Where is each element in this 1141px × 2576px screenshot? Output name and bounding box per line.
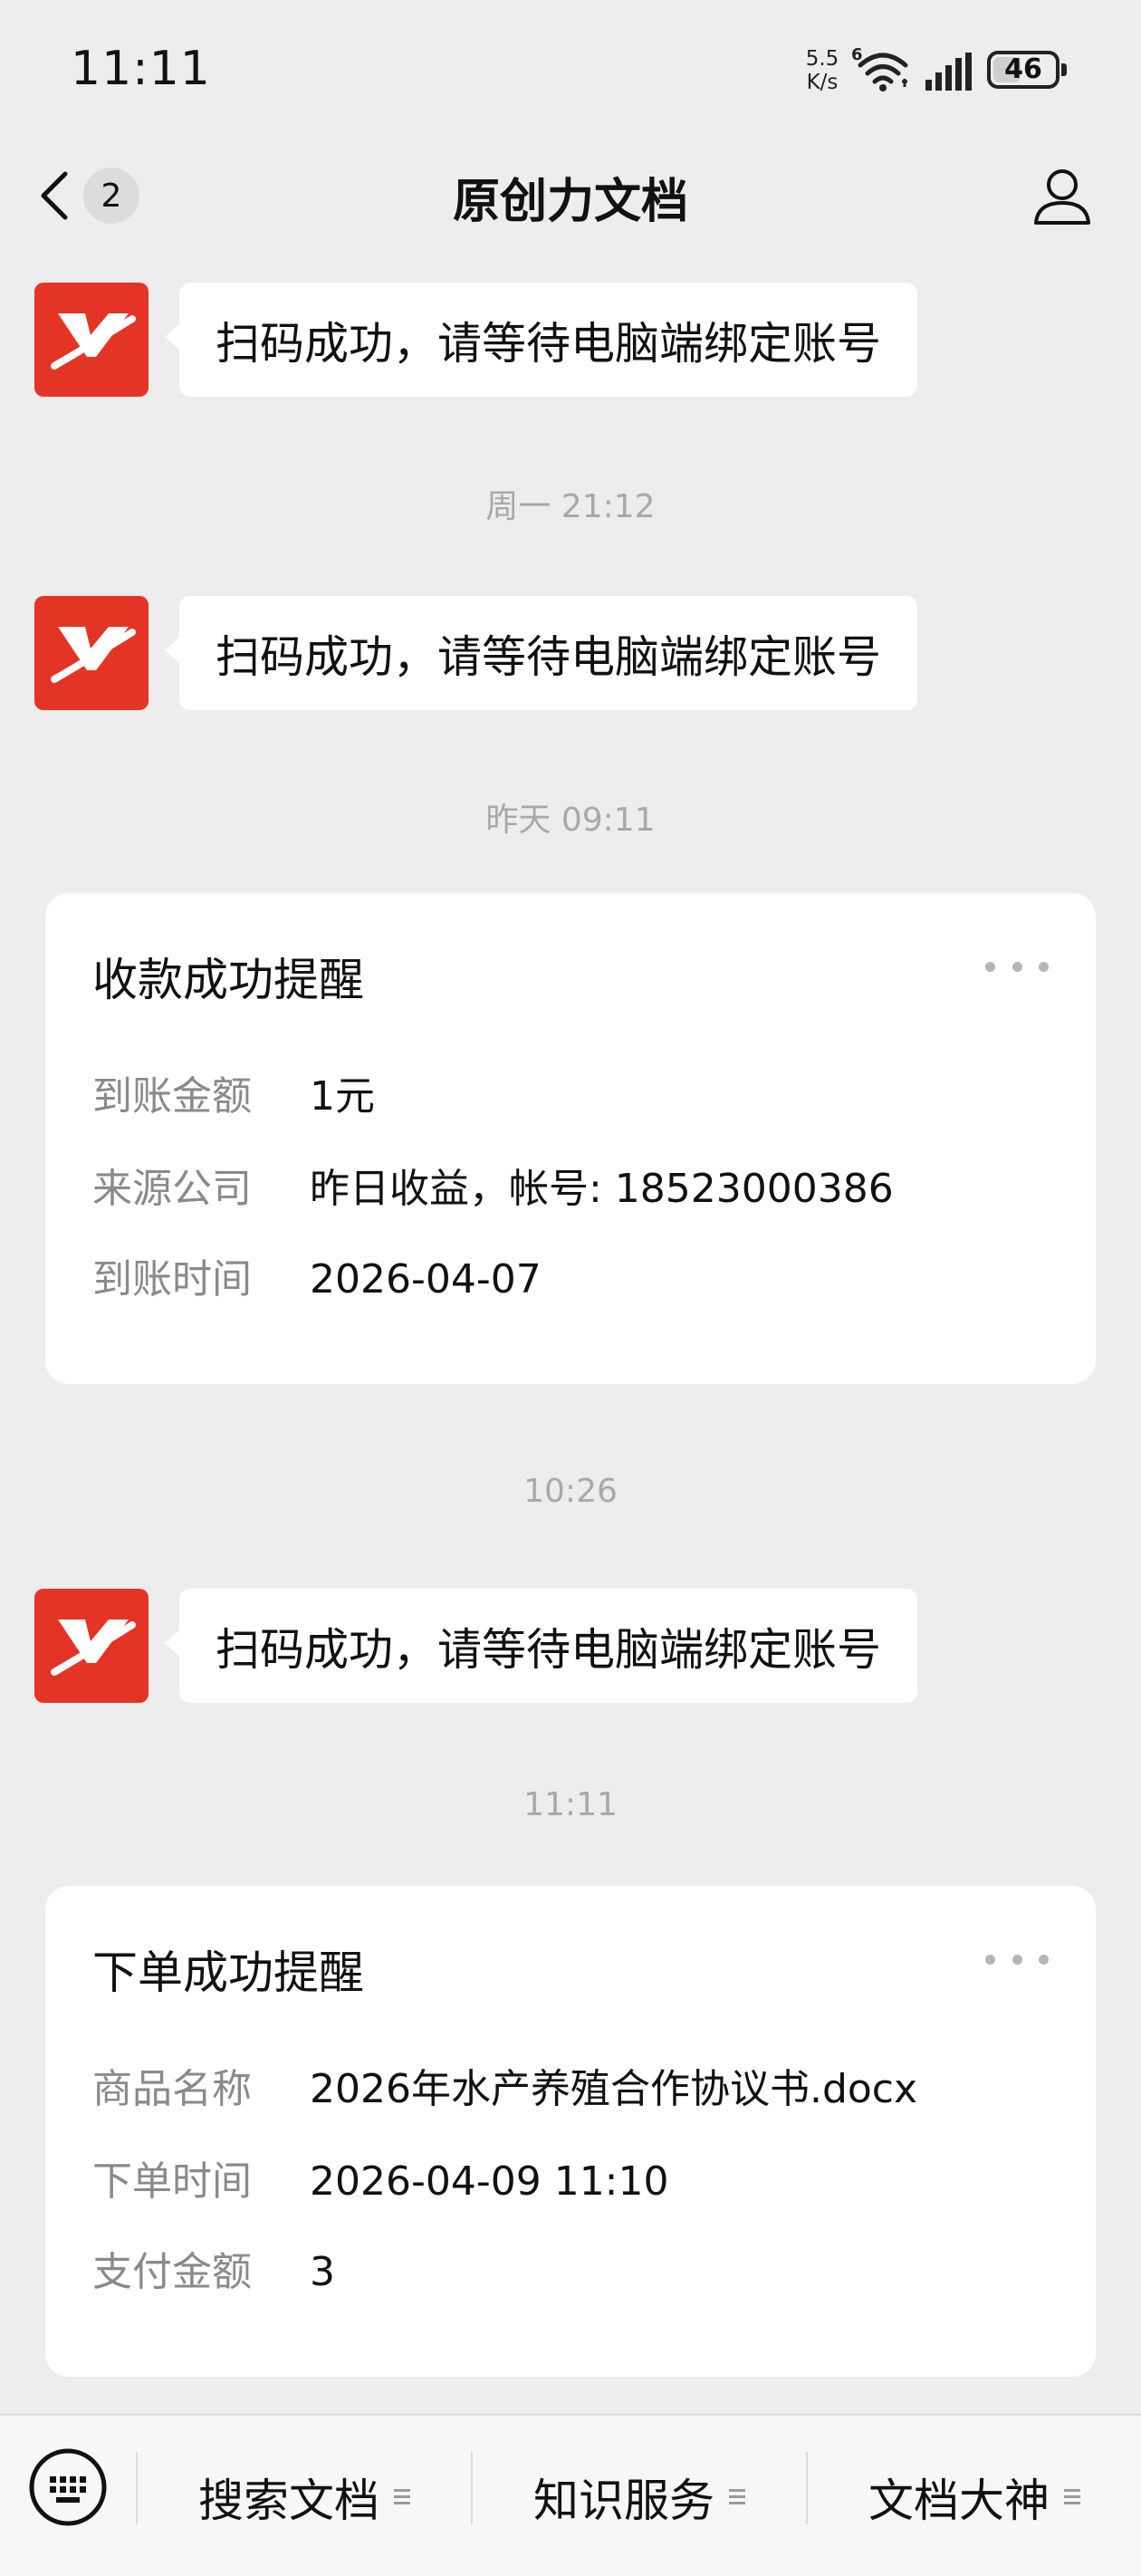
profile-button[interactable] (1029, 163, 1096, 230)
message-item: 扫码成功，请等待电脑端绑定账号 (0, 596, 1141, 710)
card-title: 收款成功提醒 (92, 954, 364, 1006)
menu-item-doc-master[interactable]: 文档大神 (808, 2416, 1141, 2576)
page-title: 原创力文档 (452, 175, 688, 229)
card-row-value: 昨日收益，帐号: 18523000386 (310, 1166, 894, 1212)
message-bubble[interactable]: 扫码成功，请等待电脑端绑定账号 (164, 596, 918, 710)
net-speed: 5.5 K/s (802, 47, 842, 94)
bottom-menu: 搜索文档 知识服务 文档大神 (0, 2414, 1141, 2576)
menu-lines-icon (394, 2489, 410, 2504)
battery-level: 46 (1004, 53, 1042, 85)
card-row: 下单时间 2026-04-09 11:10 (92, 2148, 669, 2206)
message-timestamp: 10:26 (523, 1473, 618, 1510)
card-row-label: 支付金额 (92, 2249, 252, 2295)
card-row: 支付金额 3 (92, 2239, 335, 2297)
message-bubble[interactable]: 扫码成功，请等待电脑端绑定账号 (164, 283, 918, 397)
keyboard-icon (29, 2448, 107, 2526)
card-row-label: 下单时间 (92, 2158, 252, 2205)
wifi-icon: 6 (851, 45, 908, 91)
message-item: 扫码成功，请等待电脑端绑定账号 (0, 283, 1141, 397)
card-row: 商品名称 2026年水产养殖合作协议书.docx (92, 2056, 917, 2114)
card-row-value: 2026-04-07 (310, 1256, 542, 1302)
card-row-label: 到账金额 (92, 1073, 252, 1120)
card-row: 来源公司 昨日收益，帐号: 18523000386 (92, 1156, 894, 1214)
status-bar: 11:11 5.5 K/s 6 46 (0, 0, 1141, 136)
battery-icon: 46 (987, 51, 1060, 89)
message-bubble[interactable]: 扫码成功，请等待电脑端绑定账号 (164, 1589, 918, 1703)
card-row-label: 来源公司 (92, 1166, 252, 1212)
more-dots-icon (985, 961, 995, 972)
more-dots-icon (985, 1954, 995, 1965)
message-item: 扫码成功，请等待电脑端绑定账号 (0, 1589, 1141, 1703)
menu-item-knowledge-service[interactable]: 知识服务 (473, 2416, 806, 2576)
brand-logo-icon (51, 313, 136, 370)
brand-avatar[interactable] (34, 596, 149, 710)
message-timestamp: 周一 21:12 (485, 488, 656, 525)
brand-avatar[interactable] (34, 283, 149, 397)
more-dots-icon (1012, 1954, 1022, 1965)
chat-area[interactable]: 扫码成功，请等待电脑端绑定账号 周一 21:12 扫码成功，请等待电脑端绑定账号… (0, 254, 1141, 2414)
battery-tip (1061, 63, 1067, 76)
menu-lines-icon (1064, 2489, 1080, 2504)
card-row-value: 1元 (310, 1073, 375, 1120)
menu-item-search-docs[interactable]: 搜索文档 (138, 2416, 471, 2576)
more-dots-icon (1039, 1954, 1049, 1965)
card-row-value: 2026年水产养殖合作协议书.docx (310, 2066, 918, 2112)
menu-lines-icon (729, 2489, 745, 2504)
more-dots-icon (1039, 961, 1049, 972)
card-row-value: 2026-04-09 11:10 (310, 2158, 669, 2205)
card-row-label: 到账时间 (92, 1256, 252, 1302)
keyboard-toggle-button[interactable] (27, 2446, 109, 2528)
network-type: 6 (851, 45, 863, 64)
more-options-button[interactable] (985, 953, 1049, 980)
profile-icon (1034, 169, 1090, 225)
card-row-value: 3 (310, 2249, 335, 2295)
menu-item-label: 文档大神 (868, 2474, 1050, 2527)
more-options-button[interactable] (985, 1946, 1049, 1973)
chat-header: 2 原创力文档 (0, 136, 1141, 254)
signal-icon (925, 53, 972, 91)
order-notification-card[interactable]: 下单成功提醒 商品名称 2026年水产养殖合作协议书.docx 下单时间 2026-… (45, 1886, 1096, 2377)
brand-logo-icon (51, 627, 136, 683)
card-row-label: 商品名称 (92, 2066, 252, 2112)
card-row: 到账金额 1元 (92, 1063, 375, 1121)
menu-item-label: 搜索文档 (198, 2474, 379, 2527)
card-title: 下单成功提醒 (92, 1946, 364, 1999)
brand-logo-icon (51, 1620, 136, 1676)
net-speed-unit: K/s (806, 71, 839, 94)
more-dots-icon (1012, 961, 1022, 972)
payment-notification-card[interactable]: 收款成功提醒 到账金额 1元 来源公司 昨日收益，帐号: 18523000386 到… (45, 893, 1096, 1384)
menu-item-label: 知识服务 (533, 2474, 714, 2527)
message-timestamp: 昨天 09:11 (485, 802, 656, 839)
status-time: 11:11 (71, 42, 211, 96)
chat-screen: 11:11 5.5 K/s 6 46 2 原创力文档 扫码成功，请等待电脑端绑定… (0, 0, 1141, 2576)
net-speed-value: 5.5 (805, 47, 839, 71)
brand-avatar[interactable] (34, 1589, 149, 1703)
message-timestamp: 11:11 (523, 1786, 618, 1823)
card-row: 到账时间 2026-04-07 (92, 1246, 542, 1304)
